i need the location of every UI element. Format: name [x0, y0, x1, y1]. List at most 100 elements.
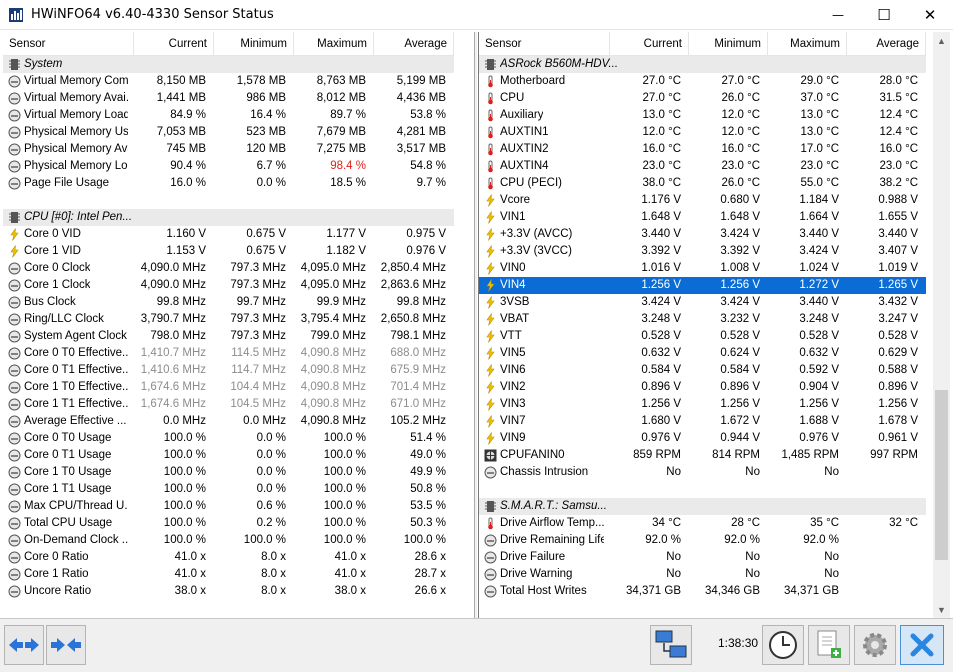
sensor-row[interactable]: VIN5 0.632 V 0.624 V 0.632 V 0.629 V [479, 345, 926, 362]
sensor-group-header[interactable]: ASRock B560M-HDV... [479, 56, 926, 73]
sensor-row[interactable]: Core 0 VID 1.160 V 0.675 V 1.177 V 0.975 V [3, 226, 454, 243]
sensor-row[interactable]: Virtual Memory Load 84.9 % 16.4 % 89.7 % 53.… [3, 107, 454, 124]
sensor-row[interactable]: VTT 0.528 V 0.528 V 0.528 V 0.528 V [479, 328, 926, 345]
scroll-down-arrow-icon[interactable]: ▼ [933, 601, 950, 618]
sensor-row[interactable]: Auxiliary 13.0 °C 12.0 °C 13.0 °C 12.4 °C [479, 107, 926, 124]
sensor-group-header[interactable]: System [3, 56, 454, 73]
sensor-row[interactable]: Virtual Memory Com... 8,150 MB 1,578 MB 8,7… [3, 73, 454, 90]
col-minimum[interactable]: Minimum [214, 32, 294, 56]
expand-collapse-left-button[interactable] [4, 625, 44, 665]
sensor-group-header[interactable]: S.M.A.R.T.: Samsu... [479, 498, 926, 515]
group-name: System [24, 58, 63, 70]
sensor-row[interactable]: Max CPU/Thread U... 100.0 % 0.6 % 100.0 % 53… [3, 498, 454, 515]
sensor-row[interactable]: System Agent Clock 798.0 MHz 797.3 MHz 799.… [3, 328, 454, 345]
minimize-button[interactable]: — [815, 0, 861, 30]
sensor-name: Drive Airflow Temp... [500, 517, 604, 529]
sensor-row[interactable]: 3VSB 3.424 V 3.424 V 3.440 V 3.432 V [479, 294, 926, 311]
sensor-row[interactable]: Uncore Ratio 38.0 x 8.0 x 38.0 x 26.6 x [3, 583, 454, 600]
col-current[interactable]: Current [610, 32, 689, 56]
sensor-row[interactable]: CPU 27.0 °C 26.0 °C 37.0 °C 31.5 °C [479, 90, 926, 107]
sensor-row[interactable]: Core 0 Clock 4,090.0 MHz 797.3 MHz 4,095.0 … [3, 260, 454, 277]
pane-splitter[interactable] [474, 32, 477, 618]
network-button[interactable] [650, 625, 692, 665]
sensor-row[interactable]: VIN6 0.584 V 0.584 V 0.592 V 0.588 V [479, 362, 926, 379]
maximize-button[interactable]: ☐ [861, 0, 907, 30]
sensor-row[interactable]: Motherboard 27.0 °C 27.0 °C 29.0 °C 28.0 °C [479, 73, 926, 90]
reset-clock-button[interactable] [762, 625, 804, 665]
col-maximum[interactable]: Maximum [294, 32, 374, 56]
sensor-row[interactable]: VIN7 1.680 V 1.672 V 1.688 V 1.678 V [479, 413, 926, 430]
close-button[interactable]: ✕ [907, 0, 953, 30]
scroll-thumb[interactable] [935, 390, 948, 560]
sensor-row[interactable]: AUXTIN2 16.0 °C 16.0 °C 17.0 °C 16.0 °C [479, 141, 926, 158]
sensor-row[interactable]: Physical Memory Avai... 745 MB 120 MB 7,275… [3, 141, 454, 158]
maximum-value: 18.5 % [330, 177, 366, 189]
close-sensors-button[interactable] [900, 625, 944, 665]
sensor-row[interactable]: +3.3V (AVCC) 3.440 V 3.424 V 3.440 V 3.440 V [479, 226, 926, 243]
sensor-row[interactable]: Core 0 T0 Usage 100.0 % 0.0 % 100.0 % 51.4 % [3, 430, 454, 447]
sensor-row[interactable]: Drive Warning No No No [479, 566, 926, 583]
sensor-row[interactable]: Ring/LLC Clock 3,790.7 MHz 797.3 MHz 3,795.… [3, 311, 454, 328]
col-sensor[interactable]: Sensor [479, 32, 610, 56]
sensor-pane-right[interactable]: Sensor Current Minimum Maximum Average A… [478, 32, 950, 618]
sensor-row[interactable]: Virtual Memory Avai... 1,441 MB 986 MB 8,01… [3, 90, 454, 107]
expand-collapse-right-button[interactable] [46, 625, 86, 665]
col-minimum[interactable]: Minimum [689, 32, 768, 56]
scroll-up-arrow-icon[interactable]: ▲ [933, 32, 950, 49]
maximum-value: 3,795.4 MHz [300, 313, 366, 325]
sensor-group-header[interactable]: CPU [#0]: Intel Pen... [3, 209, 454, 226]
sensor-row[interactable]: Average Effective ... 0.0 MHz 0.0 MHz 4,090… [3, 413, 454, 430]
col-average[interactable]: Average [847, 32, 926, 56]
col-current[interactable]: Current [134, 32, 214, 56]
sensor-row[interactable]: VBAT 3.248 V 3.232 V 3.248 V 3.247 V [479, 311, 926, 328]
sensor-name: Core 1 T0 Effective... [24, 381, 128, 393]
sensor-row[interactable]: VIN1 1.648 V 1.648 V 1.664 V 1.655 V [479, 209, 926, 226]
sensor-row[interactable]: Core 0 Ratio 41.0 x 8.0 x 41.0 x 28.6 x [3, 549, 454, 566]
logging-button[interactable] [808, 625, 850, 665]
vertical-scrollbar[interactable]: ▲ ▼ [933, 32, 950, 618]
sensor-row[interactable]: +3.3V (3VCC) 3.392 V 3.392 V 3.424 V 3.407 V [479, 243, 926, 260]
average-value: 9.7 % [416, 177, 446, 189]
sensor-row[interactable]: Core 0 T1 Effective... 1,410.6 MHz 114.7 M… [3, 362, 454, 379]
gauge-icon [484, 466, 497, 479]
sensor-row[interactable]: VIN0 1.016 V 1.008 V 1.024 V 1.019 V [479, 260, 926, 277]
sensor-row[interactable]: AUXTIN4 23.0 °C 23.0 °C 23.0 °C 23.0 °C [479, 158, 926, 175]
sensor-row[interactable]: Core 1 VID 1.153 V 0.675 V 1.182 V 0.976 V [3, 243, 454, 260]
sensor-row[interactable]: Core 0 T1 Usage 100.0 % 0.0 % 100.0 % 49.0 % [3, 447, 454, 464]
thermometer-icon [484, 517, 497, 530]
sensor-row[interactable]: Core 1 Ratio 41.0 x 8.0 x 41.0 x 28.7 x [3, 566, 454, 583]
sensor-row[interactable]: VIN2 0.896 V 0.896 V 0.904 V 0.896 V [479, 379, 926, 396]
sensor-row[interactable]: Total CPU Usage 100.0 % 0.2 % 100.0 % 50.3 % [3, 515, 454, 532]
col-average[interactable]: Average [374, 32, 454, 56]
sensor-row[interactable]: On-Demand Clock ... 100.0 % 100.0 % 100.0 %… [3, 532, 454, 549]
sensor-row[interactable]: Chassis Intrusion No No No [479, 464, 926, 481]
sensor-pane-left[interactable]: Sensor Current Minimum Maximum Average S… [3, 32, 473, 618]
sensor-row[interactable]: Core 1 Clock 4,090.0 MHz 797.3 MHz 4,095.0 … [3, 277, 454, 294]
sensor-row[interactable]: Core 0 T0 Effective... 1,410.7 MHz 114.5 M… [3, 345, 454, 362]
sensor-row[interactable]: VIN4 1.256 V 1.256 V 1.272 V 1.265 V [479, 277, 926, 294]
sensor-row[interactable]: Drive Failure No No No [479, 549, 926, 566]
sensor-row[interactable]: Page File Usage 16.0 % 0.0 % 18.5 % 9.7 % [3, 175, 454, 192]
col-sensor[interactable]: Sensor [3, 32, 134, 56]
sensor-row[interactable]: Drive Remaining Life 92.0 % 92.0 % 92.0 % [479, 532, 926, 549]
sensor-row[interactable]: Bus Clock 99.8 MHz 99.7 MHz 99.9 MHz 99.8 MH… [3, 294, 454, 311]
sensor-row[interactable]: Core 1 T1 Usage 100.0 % 0.0 % 100.0 % 50.8 % [3, 481, 454, 498]
maximize-icon: ☐ [877, 6, 891, 24]
sensor-row[interactable]: AUXTIN1 12.0 °C 12.0 °C 13.0 °C 12.4 °C [479, 124, 926, 141]
sensor-name-cell: Drive Airflow Temp... [479, 515, 610, 532]
current-value: 1.648 V [641, 211, 681, 223]
sensor-row[interactable]: Core 1 T0 Effective... 1,674.6 MHz 104.4 M… [3, 379, 454, 396]
sensor-row[interactable]: VIN9 0.976 V 0.944 V 0.976 V 0.961 V [479, 430, 926, 447]
sensor-row[interactable]: VIN3 1.256 V 1.256 V 1.256 V 1.256 V [479, 396, 926, 413]
sensor-row[interactable]: Core 1 T0 Usage 100.0 % 0.0 % 100.0 % 49.9 % [3, 464, 454, 481]
sensor-row[interactable]: Core 1 T1 Effective... 1,674.6 MHz 104.5 M… [3, 396, 454, 413]
sensor-row[interactable]: Drive Airflow Temp... 34 °C 28 °C 35 °C 32 °… [479, 515, 926, 532]
sensor-row[interactable]: Vcore 1.176 V 0.680 V 1.184 V 0.988 V [479, 192, 926, 209]
sensor-row[interactable]: Physical Memory Load 90.4 % 6.7 % 98.4 % 54.… [3, 158, 454, 175]
sensor-row[interactable]: CPUFANIN0 859 RPM 814 RPM 1,485 RPM 997 RPM [479, 447, 926, 464]
sensor-row[interactable]: CPU (PECI) 38.0 °C 26.0 °C 55.0 °C 38.2 °C [479, 175, 926, 192]
sensor-row[interactable]: Total Host Writes 34,371 GB 34,346 GB 34,37… [479, 583, 926, 600]
col-maximum[interactable]: Maximum [768, 32, 847, 56]
settings-button[interactable] [854, 625, 896, 665]
sensor-row[interactable]: Physical Memory Used 7,053 MB 523 MB 7,679 … [3, 124, 454, 141]
